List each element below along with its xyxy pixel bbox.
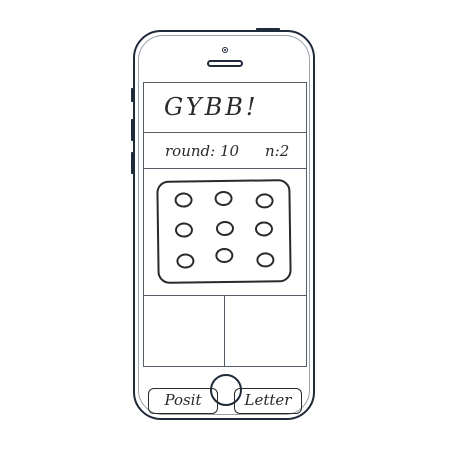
- title-panel: GYBB!: [144, 83, 306, 133]
- grid-cell[interactable]: [174, 222, 194, 238]
- mockup-canvas: GYBB! round: 10 n:2 Posit Letter: [0, 0, 450, 450]
- position-grid: [156, 179, 292, 284]
- letter-match-button[interactable]: Letter: [234, 388, 302, 414]
- grid-cell[interactable]: [215, 220, 235, 237]
- status-bar: round: 10 n:2: [144, 133, 306, 169]
- volume-down-button: [131, 152, 135, 174]
- board-panel: [144, 169, 306, 296]
- app-screen: GYBB! round: 10 n:2 Posit Letter: [143, 82, 307, 414]
- position-match-button[interactable]: Posit: [148, 388, 218, 414]
- response-buttons: Posit Letter: [144, 296, 306, 414]
- grid-cell[interactable]: [176, 253, 195, 269]
- earpiece-speaker: [207, 60, 243, 67]
- n-back-level: n:2: [265, 142, 290, 160]
- grid-cell[interactable]: [256, 252, 275, 268]
- round-counter: round: 10: [165, 142, 240, 160]
- grid-cell[interactable]: [254, 221, 274, 237]
- mute-switch: [131, 88, 135, 102]
- grid-cell[interactable]: [255, 193, 274, 209]
- front-camera: [222, 47, 228, 53]
- volume-up-button: [131, 119, 135, 141]
- grid-cell[interactable]: [215, 247, 234, 264]
- grid-cell[interactable]: [214, 190, 233, 207]
- power-button: [256, 28, 280, 32]
- grid-cell[interactable]: [174, 192, 193, 208]
- button-divider: [224, 296, 225, 366]
- app-title: GYBB!: [164, 93, 259, 121]
